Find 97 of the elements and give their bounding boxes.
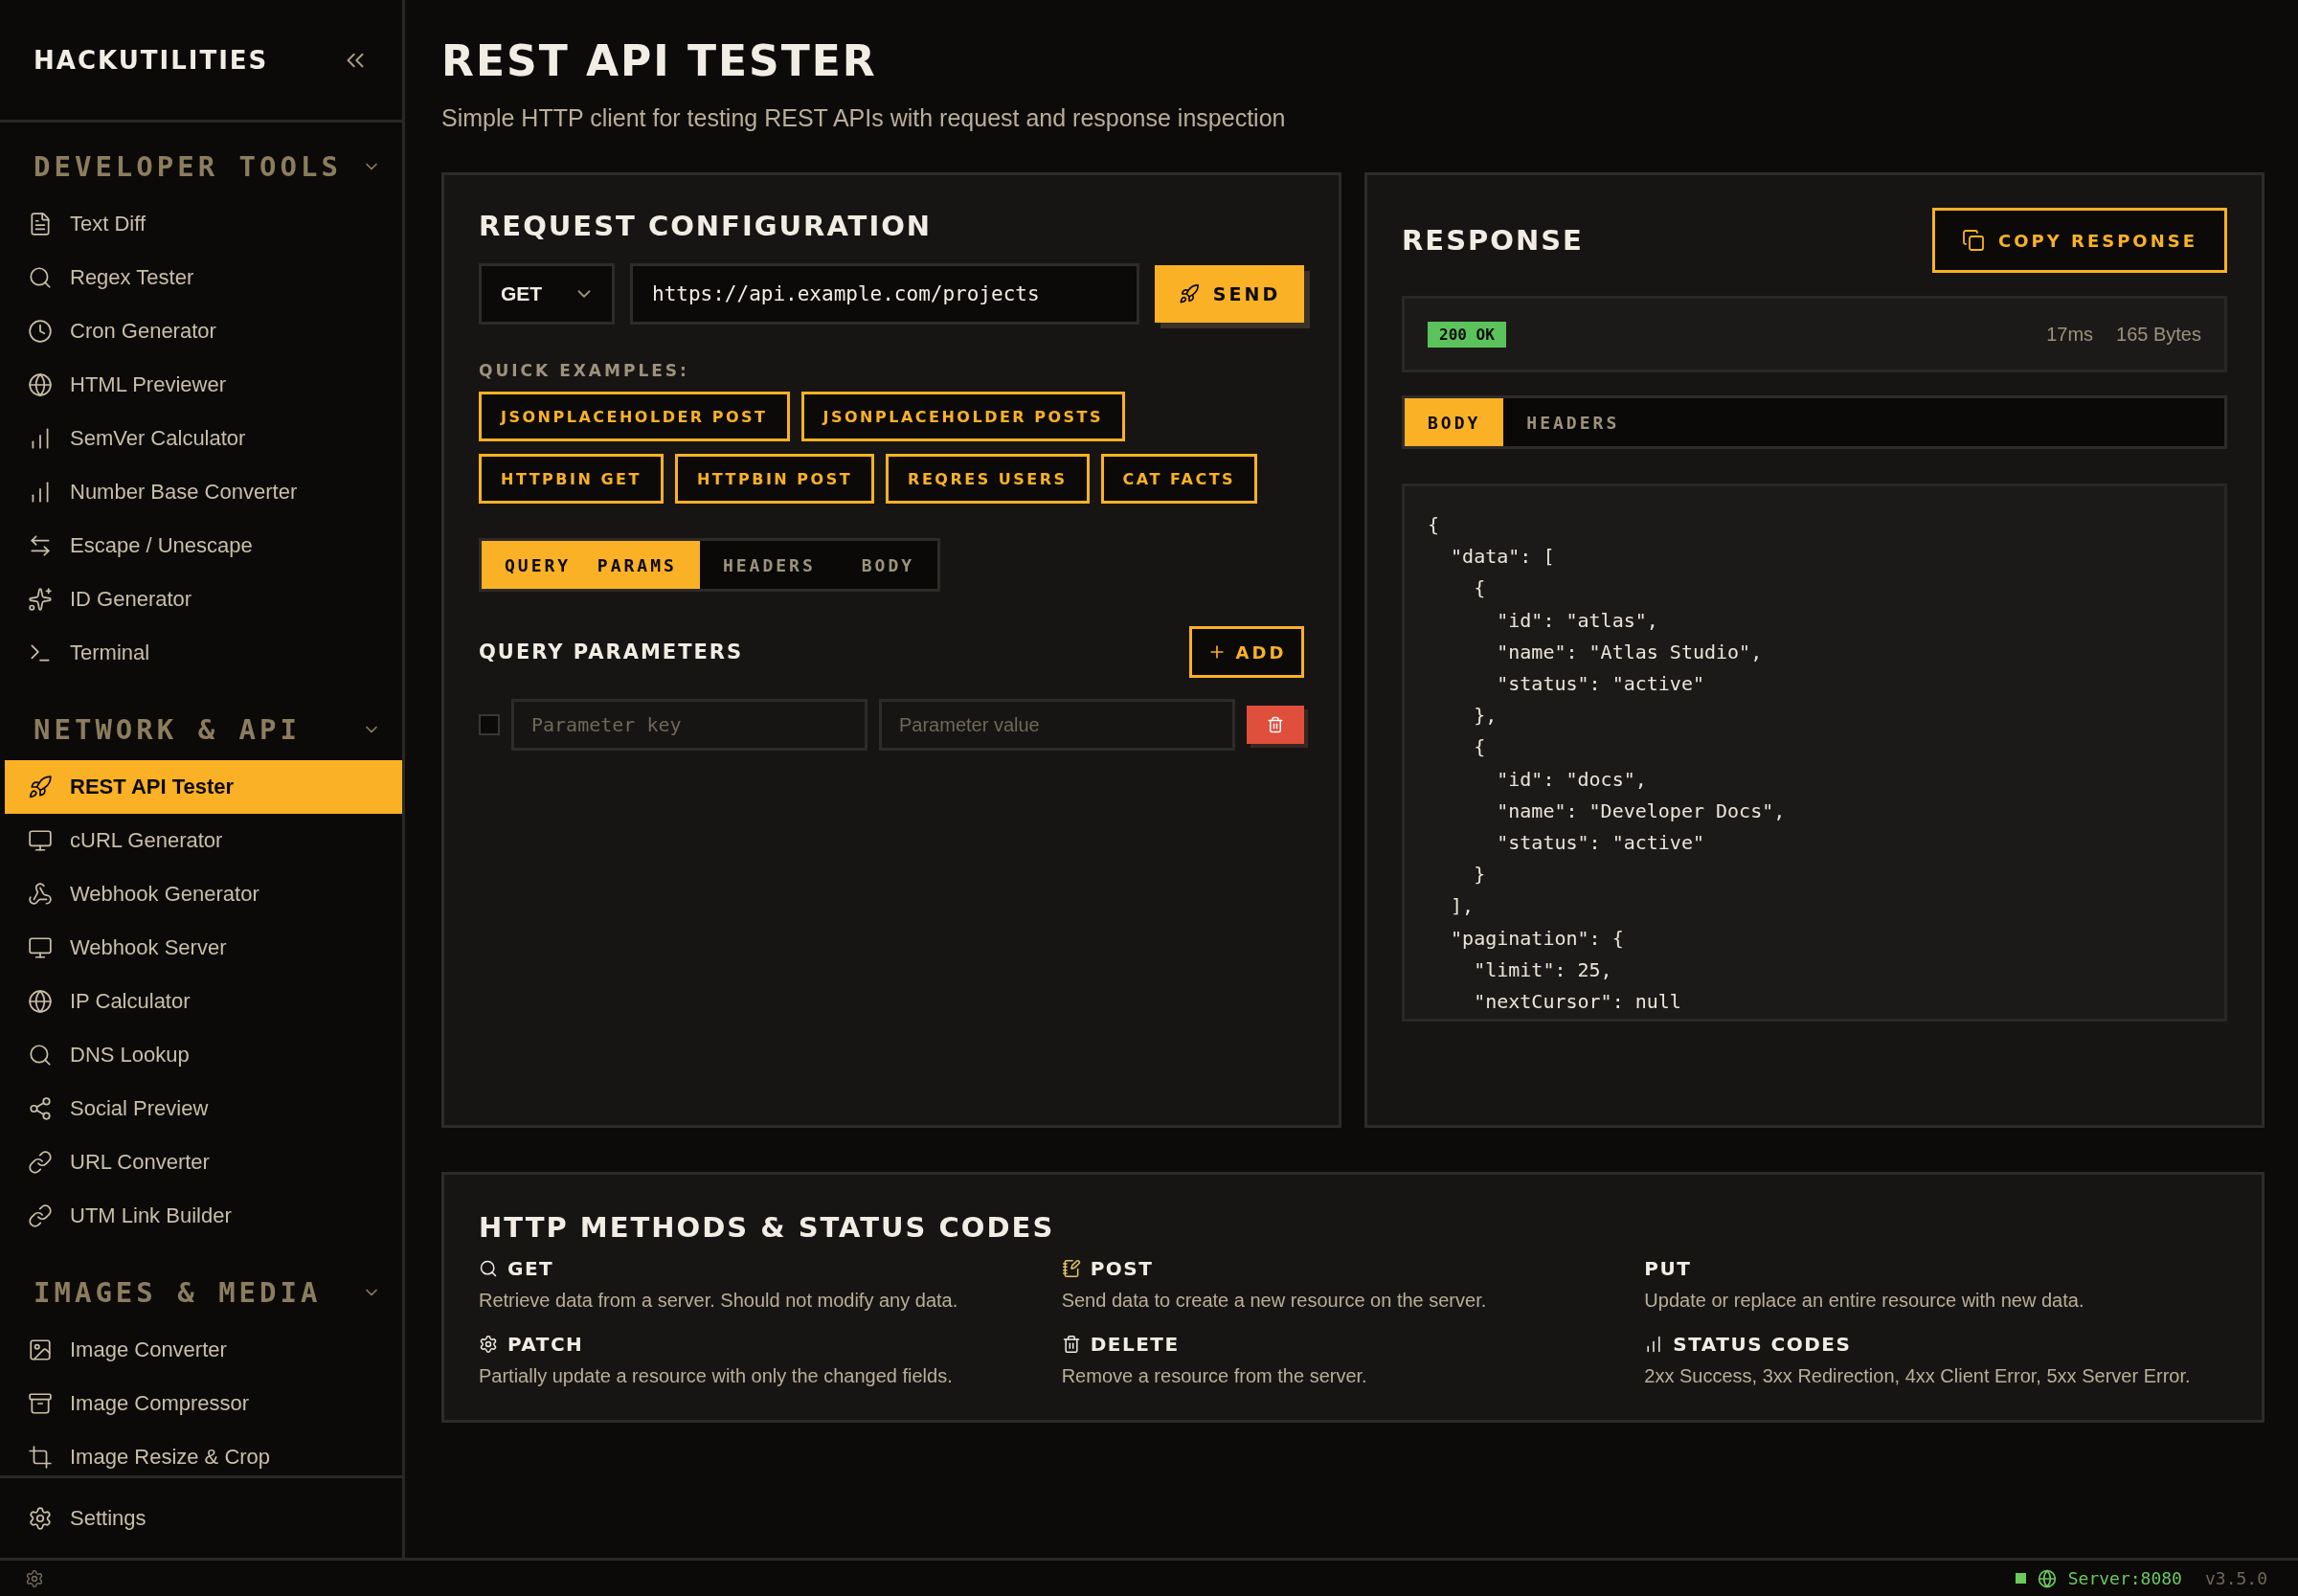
example-button[interactable]: CAT FACTS <box>1100 454 1258 504</box>
settings-icon[interactable] <box>25 1568 44 1588</box>
sidebar-item[interactable]: Regex Tester <box>5 251 402 304</box>
link-icon <box>28 1203 53 1228</box>
example-button[interactable]: HTTPBIN GET <box>479 454 664 504</box>
tab[interactable]: HEADERS <box>699 541 839 589</box>
sidebar-item[interactable]: ID Generator <box>5 573 402 626</box>
monitor-icon <box>28 935 53 960</box>
add-button[interactable]: ADD <box>1189 626 1304 678</box>
sidebar-item[interactable]: Image Compressor <box>5 1377 402 1430</box>
sidebar-item[interactable]: UTM Link Builder <box>5 1189 402 1243</box>
server-label: Server:8080 <box>2067 1568 2182 1588</box>
rocket-icon <box>1178 283 1200 304</box>
page-title: REST API TESTER <box>441 36 878 85</box>
sidebar-item[interactable]: Number Base Converter <box>5 465 402 519</box>
response-body: { "data": [ { "id": "atlas", "name": "Atlas Studio", "status": "active" }, { "id": "docs", "name": "Developer Docs", "status": "active" } ], "pagination": { "limit": 25, "nextCursor": null <box>1402 483 2227 1022</box>
box-icon <box>28 1391 53 1416</box>
share-icon <box>28 1096 53 1121</box>
document-icon <box>28 212 53 236</box>
method-name: PATCH <box>507 1333 584 1356</box>
settings-icon <box>479 1335 498 1354</box>
sidebar-item[interactable]: SemVer Calculator <box>5 412 402 465</box>
sidebar-item[interactable]: HTML Previewer <box>5 358 402 412</box>
brand-title: HACKUTILITIES <box>34 45 269 75</box>
panel-title: HTTP METHODS & STATUS CODES <box>479 1211 1056 1244</box>
tab[interactable]: QUERY PARAMS <box>482 541 700 589</box>
crop-icon <box>28 1445 53 1470</box>
sidebar-item[interactable]: Cron Generator <box>5 304 402 358</box>
arrows-icon <box>28 533 53 558</box>
sidebar-item[interactable]: Image Resize & Crop <box>5 1430 402 1475</box>
method-description: Update or replace an entire resource with new data. <box>1644 1290 2085 1312</box>
example-button[interactable]: REQRES USERS <box>886 454 1090 504</box>
monitor-icon <box>28 828 53 853</box>
sidebar-item[interactable]: URL Converter <box>5 1135 402 1189</box>
globe-icon <box>2037 1568 2057 1588</box>
search-icon <box>28 265 53 290</box>
tab[interactable]: BODY <box>838 541 938 589</box>
method-name: GET <box>507 1257 554 1280</box>
sidebar-item[interactable]: Image Converter <box>5 1323 402 1377</box>
sidebar-item[interactable]: Settings <box>5 1491 402 1545</box>
search-icon <box>479 1259 498 1278</box>
status-badge: 200 OK <box>1428 321 1506 348</box>
rocket-icon <box>28 775 53 799</box>
link-icon <box>28 1150 53 1175</box>
method-name: DELETE <box>1090 1333 1180 1356</box>
image-icon <box>28 1337 53 1362</box>
trash-icon <box>1061 1335 1081 1354</box>
key-field[interactable]: Parameter key <box>511 699 867 751</box>
webhook-icon <box>28 882 53 907</box>
method-description: Send data to create a new resource on the server. <box>1061 1290 1488 1312</box>
section-title: NETWORK & API <box>34 713 301 746</box>
clock-icon <box>28 319 53 344</box>
globe-icon <box>28 372 53 397</box>
tab[interactable]: HEADERS <box>1503 398 1643 446</box>
method-name: POST <box>1090 1257 1154 1280</box>
sidebar-item[interactable]: Escape / Unescape <box>5 519 402 573</box>
page-subtitle: Simple HTTP client for testing REST APIs with request and response inspection <box>441 104 1287 132</box>
checkbox[interactable] <box>479 714 500 735</box>
settings-icon <box>28 1505 53 1531</box>
method-description: Retrieve data from a server. Should not modify any data. <box>479 1290 959 1312</box>
sidebar-item[interactable]: Webhook Generator <box>5 867 402 921</box>
example-button[interactable]: JSONPLACEHOLDER POSTS <box>800 392 1126 441</box>
method-description: 2xx Success, 3xx Redirection, 4xx Client Error, 5xx Server Error. <box>1644 1365 2192 1387</box>
sidebar-item[interactable]: REST API Tester <box>5 760 402 814</box>
sparkle-icon <box>28 587 53 612</box>
response-size: 165 Bytes <box>2116 323 2201 346</box>
response-time: 17ms <box>2046 323 2094 346</box>
sidebar-item[interactable]: Social Preview <box>5 1082 402 1135</box>
copy-icon <box>1962 229 1986 252</box>
copy-button[interactable]: COPY RESPONSE <box>1932 208 2227 273</box>
value-field[interactable]: Parameter value <box>879 699 1235 751</box>
globe-icon <box>28 989 53 1014</box>
method-description: Partially update a resource with only the changed fields. <box>479 1365 954 1387</box>
method-select[interactable]: GET <box>479 263 615 325</box>
section-heading: QUERY PARAMETERS <box>479 641 744 663</box>
sidebar-item[interactable]: cURL Generator <box>5 814 402 867</box>
panel-title: RESPONSE <box>1402 224 1584 257</box>
sidebar-item[interactable]: IP Calculator <box>5 975 402 1028</box>
method-name: PUT <box>1644 1257 1692 1280</box>
sidebar-item[interactable]: Webhook Server <box>5 921 402 975</box>
quick-examples-label: QUICK EXAMPLES: <box>479 361 690 380</box>
notepad-icon <box>1061 1259 1081 1278</box>
sidebar-item[interactable]: DNS Lookup <box>5 1028 402 1082</box>
section-title: IMAGES & MEDIA <box>34 1276 322 1309</box>
trash-icon <box>1267 716 1284 733</box>
example-button[interactable]: HTTPBIN POST <box>674 454 875 504</box>
tab[interactable]: BODY <box>1405 398 1504 446</box>
version-label: v3.5.0 <box>2204 1568 2267 1588</box>
url-field[interactable]: https://api.example.com/projects <box>630 263 1139 325</box>
example-button[interactable]: JSONPLACEHOLDER POST <box>479 392 790 441</box>
section-title: DEVELOPER TOOLS <box>34 150 342 183</box>
method-description: Remove a resource from the server. <box>1061 1365 1368 1387</box>
panel-title: REQUEST CONFIGURATION <box>479 210 934 242</box>
search-icon <box>28 1043 53 1068</box>
sidebar-item[interactable]: Text Diff <box>5 197 402 251</box>
method-name: STATUS CODES <box>1673 1333 1852 1356</box>
sidebar-item[interactable]: Terminal <box>5 626 402 680</box>
